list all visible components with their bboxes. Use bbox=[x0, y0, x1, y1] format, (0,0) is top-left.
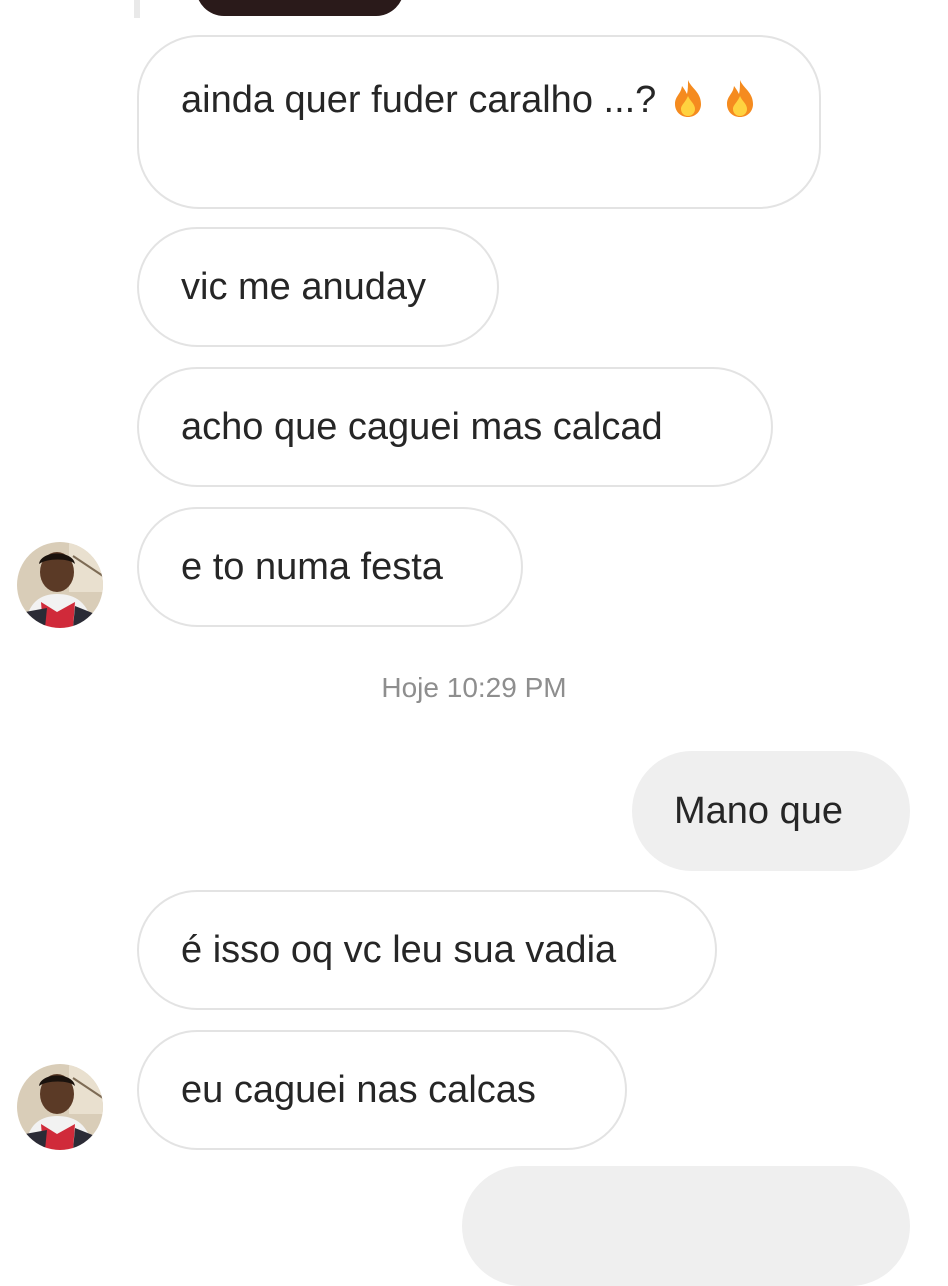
contact-avatar[interactable] bbox=[17, 1064, 103, 1150]
avatar-photo bbox=[17, 1064, 103, 1150]
message-text: é isso oq vc leu sua vadia bbox=[181, 929, 617, 971]
outgoing-message-bubble[interactable]: Mano que bbox=[632, 751, 910, 871]
fire-emoji-icon bbox=[727, 80, 754, 117]
message-text: Mano que bbox=[674, 790, 844, 832]
incoming-message-bubble[interactable]: e to numa festa bbox=[137, 507, 523, 627]
incoming-message-bubble[interactable]: vic me anuday bbox=[137, 227, 499, 347]
incoming-message-bubble[interactable]: é isso oq vc leu sua vadia bbox=[137, 890, 717, 1010]
contact-avatar[interactable] bbox=[17, 542, 103, 628]
message-text-content: ainda quer fuder caralho ...? bbox=[181, 79, 657, 121]
message-thread[interactable]: ainda quer fuder caralho ...? vic me anu… bbox=[0, 0, 948, 1286]
fire-emoji-icon bbox=[674, 80, 701, 117]
thread-edge-divider bbox=[134, 0, 140, 18]
message-text: acho que caguei mas calcad bbox=[181, 406, 663, 448]
partial-media-message[interactable] bbox=[196, 0, 404, 16]
message-text: e to numa festa bbox=[181, 546, 443, 588]
message-timestamp: Hoje 10:29 PM bbox=[381, 672, 567, 703]
incoming-message-bubble[interactable]: acho que caguei mas calcad bbox=[137, 367, 773, 487]
message-text: vic me anuday bbox=[181, 266, 427, 308]
incoming-message-bubble[interactable]: ainda quer fuder caralho ...? bbox=[137, 35, 821, 209]
message-text: ainda quer fuder caralho ...? bbox=[181, 75, 777, 125]
outgoing-message-bubble-partial[interactable] bbox=[462, 1166, 910, 1286]
message-text: eu caguei nas calcas bbox=[181, 1069, 536, 1111]
incoming-message-bubble[interactable]: eu caguei nas calcas bbox=[137, 1030, 627, 1150]
avatar-photo bbox=[17, 542, 103, 628]
